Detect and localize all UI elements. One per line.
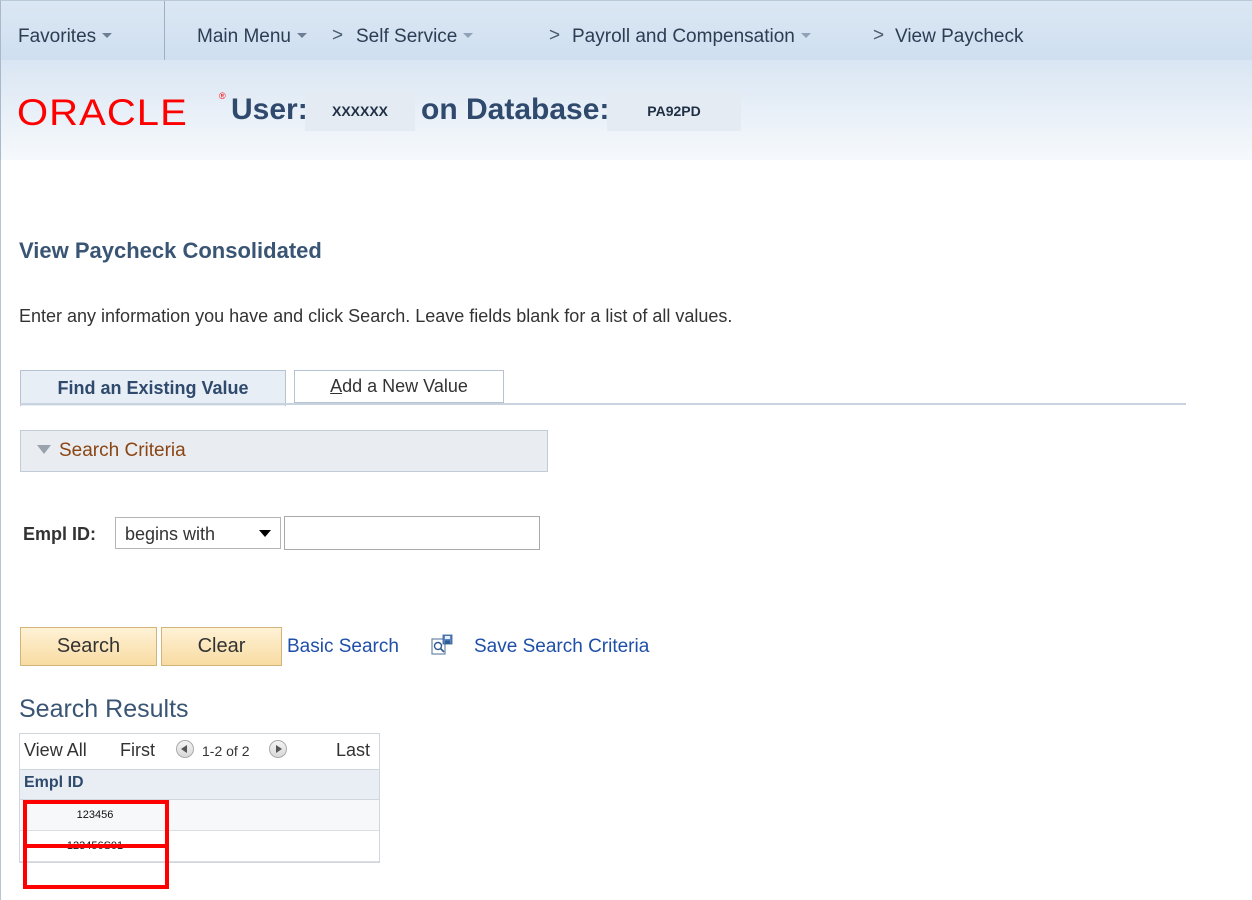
tab-add-new-value[interactable]: Add a New Value — [294, 370, 504, 403]
save-search-icon[interactable] — [431, 634, 453, 656]
oracle-logo: ORACLE — [17, 92, 188, 133]
favorites-menu[interactable]: Favorites — [1, 1, 165, 61]
operator-value: begins with — [125, 524, 216, 544]
main-menu-dropdown-icon — [297, 33, 307, 39]
save-search-criteria-link[interactable]: Save Search Criteria — [474, 636, 649, 658]
page-header: ORACLE ® User: XXXXXX on Database: PA92P… — [0, 60, 1252, 160]
oracle-registered-mark: ® — [219, 91, 226, 101]
top-nav-bar: Favorites Main Menu > Self Service > Pay… — [0, 0, 1252, 61]
instructions-text: Enter any information you have and click… — [19, 306, 733, 326]
highlight-box-row-1 — [23, 800, 169, 848]
favorites-dropdown-icon — [102, 33, 113, 39]
collapse-triangle-icon[interactable] — [37, 445, 51, 454]
page-title: View Paycheck Consolidated — [19, 238, 322, 263]
row-count: 1-2 of 2 — [202, 743, 250, 759]
search-criteria-section[interactable]: Search Criteria — [20, 430, 548, 472]
search-button[interactable]: Search — [20, 627, 157, 666]
database-value: PA92PD — [607, 91, 741, 131]
column-header-empl-id[interactable]: Empl ID — [20, 770, 379, 800]
favorites-label: Favorites — [18, 26, 113, 48]
tab-add-new-label: Add a New Value — [330, 376, 468, 396]
clear-button[interactable]: Clear — [161, 627, 282, 666]
database-label: on Database: — [421, 93, 610, 126]
tab-find-existing-label: Find an Existing Value — [57, 378, 249, 398]
search-results-title: Search Results — [19, 695, 189, 723]
first-link[interactable]: First — [120, 740, 155, 761]
grid-navigation: View All First 1-2 of 2 Last — [20, 734, 379, 770]
search-criteria-label: Search Criteria — [59, 440, 186, 461]
main-menu[interactable]: Main Menu — [197, 26, 307, 48]
breadcrumb-payroll[interactable]: Payroll and Compensation — [572, 26, 811, 48]
last-link[interactable]: Last — [336, 740, 370, 761]
previous-arrow-icon[interactable] — [176, 740, 194, 758]
payroll-dropdown-icon — [800, 33, 811, 39]
breadcrumb-view-paycheck[interactable]: View Paycheck — [895, 26, 1024, 48]
left-border — [0, 160, 1, 900]
empl-id-operator-select[interactable]: begins with — [115, 517, 281, 549]
empl-id-label: Empl ID: — [23, 524, 97, 544]
breadcrumb-separator: > — [873, 25, 885, 46]
breadcrumb-separator: > — [549, 25, 561, 46]
tab-find-existing-value[interactable]: Find an Existing Value — [20, 370, 286, 406]
breadcrumb-separator: > — [332, 25, 344, 46]
basic-search-link[interactable]: Basic Search — [287, 636, 399, 658]
highlight-box-row-2 — [23, 844, 169, 889]
user-value: XXXXXX — [305, 91, 415, 131]
view-all-link[interactable]: View All — [24, 740, 87, 761]
user-label: User: — [231, 93, 308, 126]
chevron-down-icon — [259, 530, 271, 537]
tab-divider — [20, 403, 1186, 405]
next-arrow-icon[interactable] — [269, 740, 287, 758]
empl-id-input[interactable] — [284, 516, 540, 550]
self-service-dropdown-icon — [463, 33, 474, 39]
breadcrumb-self-service[interactable]: Self Service — [356, 26, 474, 48]
